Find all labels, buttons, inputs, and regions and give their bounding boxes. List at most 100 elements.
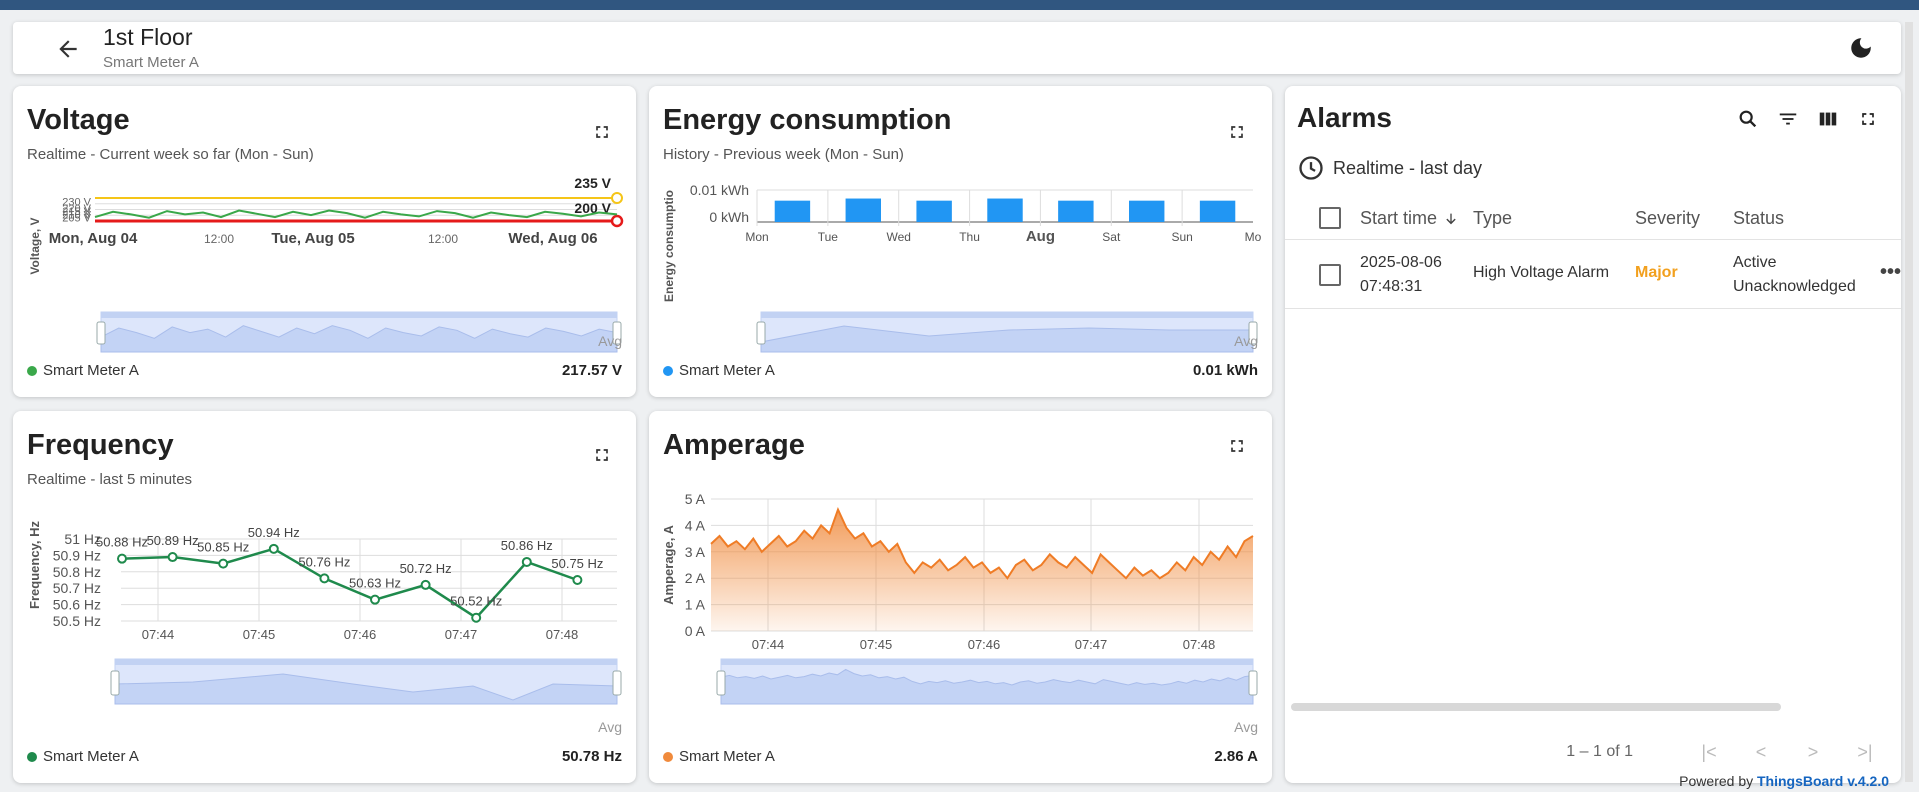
frequency-point (370, 594, 380, 605)
amperage-area (711, 509, 1253, 631)
energy-bar (987, 198, 1023, 222)
fullscreen-button[interactable] (1855, 106, 1881, 132)
frequency-legend-value: 50.78 Hz (561, 748, 622, 765)
last-page-button[interactable]: >| (1849, 736, 1881, 768)
row-more-button[interactable]: ••• (1880, 261, 1901, 284)
amperage-legend-value: 2.86 A (1214, 748, 1258, 765)
first-page-icon: |< (1701, 741, 1717, 762)
amperage-ytick: 1 A (685, 597, 706, 613)
amperage-ytick: 5 A (685, 491, 706, 507)
frequency-ytick: 50.8 Hz (53, 564, 101, 580)
energy-xtick: Aug (1026, 228, 1055, 245)
legend-label: Smart Meter A (43, 362, 139, 379)
fullscreen-button[interactable] (1225, 434, 1249, 458)
threshold-high-marker (611, 192, 623, 204)
energy-xtick: Mon (745, 230, 768, 244)
sort-down-icon (1446, 213, 1456, 224)
frequency-point (521, 556, 532, 567)
energy-ytick: 0.01 kWh (690, 182, 749, 198)
column-type[interactable]: Type (1473, 208, 1512, 229)
energy-title: Energy consumption (663, 104, 952, 136)
amperage-xtick: 07:48 (1183, 637, 1216, 652)
energy-card: Energy consumption History - Previous we… (649, 86, 1272, 397)
voltage-xtick: 12:00 (428, 232, 458, 246)
frequency-ytick: 50.7 Hz (53, 580, 101, 596)
legend-label: Smart Meter A (679, 362, 775, 379)
energy-xtick: Mo (1245, 230, 1262, 244)
page-subtitle: Smart Meter A (103, 54, 199, 71)
voltage-legend[interactable]: Smart Meter A (27, 362, 139, 379)
amperage-title: Amperage (663, 429, 805, 461)
amperage-xtick: 07:45 (860, 637, 893, 652)
amperage-xtick: 07:46 (968, 637, 1001, 652)
row-checkbox[interactable] (1319, 264, 1341, 286)
energy-xticks: Mon Tue Wed Thu Aug Sat Sun Mo (745, 228, 1261, 245)
table-row[interactable]: 2025-08-06 07:48:31 High Voltage Alarm M… (1285, 241, 1901, 309)
fullscreen-icon (596, 449, 608, 461)
thingsboard-link[interactable]: ThingsBoard v.4.2.0 (1757, 773, 1889, 789)
chevron-left-icon: < (1755, 741, 1767, 762)
frequency-title: Frequency (27, 429, 174, 461)
voltage-zoom-slider[interactable] (96, 311, 622, 353)
alarms-table-header: Start time Type Severity Status (1285, 196, 1901, 240)
voltage-yticks: 230 V220 V215 V210 V205 V (62, 196, 91, 224)
columns-button[interactable] (1815, 106, 1841, 132)
energy-xtick: Wed (886, 230, 910, 244)
avg-label: Avg (1234, 719, 1258, 735)
frequency-chart: Frequency, Hz 51 Hz50.9 Hz50.8 Hz50.7 Hz… (27, 521, 622, 705)
frequency-data-label: 50.72 Hz (400, 561, 452, 576)
fullscreen-button[interactable] (590, 443, 614, 467)
amperage-xticks: 07:44 07:45 07:46 07:47 07:48 (752, 637, 1216, 652)
column-severity[interactable]: Severity (1635, 208, 1700, 229)
alarm-date: 2025-08-06 (1360, 254, 1442, 271)
timewindow-selector[interactable]: Realtime - last day (1297, 154, 1482, 182)
energy-ytick: 0 kWh (709, 209, 749, 225)
top-accent-bar (0, 0, 1919, 10)
pagination: 1 – 1 of 1 |< < > >| (1566, 736, 1881, 768)
energy-bar (845, 198, 881, 222)
fullscreen-icon (1862, 113, 1874, 125)
first-page-button[interactable]: |< (1693, 736, 1725, 768)
fullscreen-button[interactable] (1225, 120, 1249, 144)
frequency-point (471, 612, 482, 623)
moon-icon (1851, 38, 1871, 58)
voltage-xtick: Mon, Aug 04 (49, 230, 138, 247)
frequency-zoom-slider[interactable] (110, 658, 622, 705)
page-title: 1st Floor (103, 24, 193, 50)
page-scrollbar[interactable] (1905, 22, 1913, 782)
dashboard-header: 1st Floor Smart Meter A (13, 22, 1901, 74)
prev-page-button[interactable]: < (1745, 736, 1777, 768)
frequency-ylabel: Frequency, Hz (27, 521, 42, 609)
next-page-button[interactable]: > (1797, 736, 1829, 768)
legend-dot (27, 365, 37, 376)
energy-zoom-slider[interactable] (756, 311, 1258, 353)
fullscreen-button[interactable] (590, 120, 614, 144)
amperage-legend[interactable]: Smart Meter A (663, 748, 775, 765)
voltage-series-line (94, 209, 618, 219)
search-button[interactable] (1735, 106, 1761, 132)
frequency-legend[interactable]: Smart Meter A (27, 748, 139, 765)
voltage-xtick: 12:00 (204, 232, 234, 246)
filter-button[interactable] (1775, 106, 1801, 132)
frequency-data-label: 50.76 Hz (298, 554, 350, 569)
column-status[interactable]: Status (1733, 208, 1784, 229)
legend-label: Smart Meter A (679, 748, 775, 765)
frequency-point (572, 575, 583, 585)
select-all-checkbox[interactable] (1319, 207, 1341, 229)
frequency-data-label: 50.88 Hz (96, 535, 148, 550)
fullscreen-icon (596, 126, 608, 138)
frequency-point (117, 553, 127, 564)
energy-bar (916, 200, 952, 222)
amperage-zoom-slider[interactable] (716, 658, 1258, 705)
frequency-data-label: 50.52 Hz (450, 594, 502, 609)
dark-mode-button[interactable] (1846, 33, 1876, 63)
energy-legend[interactable]: Smart Meter A (663, 362, 775, 379)
table-horizontal-scrollbar[interactable] (1291, 703, 1781, 711)
column-start-time[interactable]: Start time (1360, 208, 1459, 229)
back-button[interactable] (53, 34, 83, 64)
voltage-xtick: Tue, Aug 05 (271, 230, 354, 247)
amperage-chart: Amperage, A 5 A4 A3 A2 A1 A0 A 07:44 07:4… (661, 491, 1258, 705)
pagination-range: 1 – 1 of 1 (1566, 743, 1633, 760)
frequency-xtick: 07:44 (142, 627, 175, 642)
columns-icon (1819, 112, 1837, 126)
